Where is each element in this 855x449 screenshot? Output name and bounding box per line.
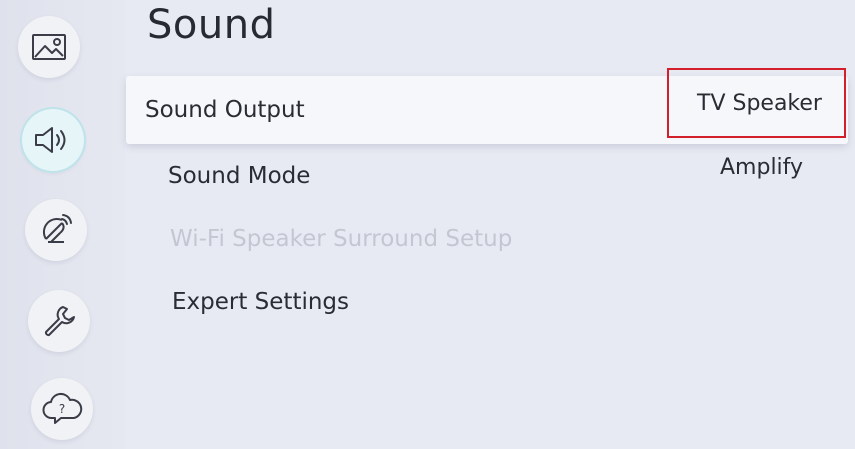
sound-mode-value: Amplify xyxy=(720,155,804,180)
sidebar-item-support[interactable]: ? xyxy=(31,378,93,440)
menu-item-label: Expert Settings xyxy=(172,289,350,315)
broadcast-icon xyxy=(38,212,74,248)
picture-icon xyxy=(31,32,67,62)
support-cloud-icon: ? xyxy=(41,392,83,426)
value-highlight-box xyxy=(667,68,846,138)
menu-item-wifi-speaker-surround-setup: Wi-Fi Speaker Surround Setup xyxy=(126,205,848,273)
wrench-icon xyxy=(41,303,77,339)
sidebar-item-sound[interactable] xyxy=(22,109,84,171)
menu-item-expert-settings[interactable]: Expert Settings xyxy=(126,268,848,336)
sidebar-item-support-tools[interactable] xyxy=(28,290,90,352)
sidebar: ? xyxy=(0,0,125,449)
sidebar-item-broadcast[interactable] xyxy=(25,199,87,261)
menu-item-label: Sound Output xyxy=(145,97,305,123)
page-title: Sound xyxy=(147,2,276,48)
svg-text:?: ? xyxy=(59,402,65,416)
menu-item-label: Sound Mode xyxy=(168,163,311,189)
menu-item-label: Wi-Fi Speaker Surround Setup xyxy=(170,226,513,252)
sound-icon xyxy=(32,125,74,155)
sidebar-item-picture[interactable] xyxy=(18,16,80,78)
